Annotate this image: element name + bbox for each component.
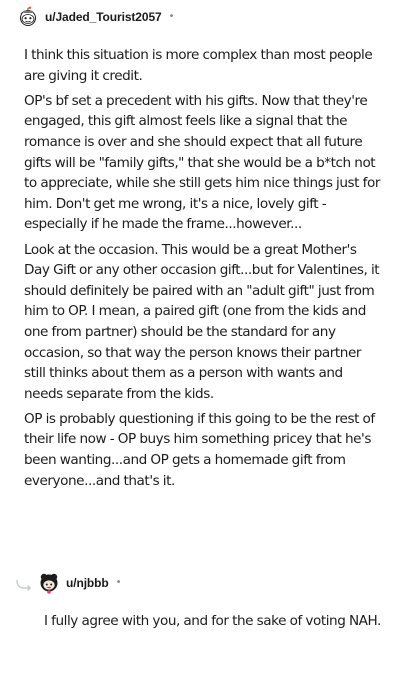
snoo-avatar-icon[interactable]: [17, 6, 39, 28]
reply-comment: u/njbbb • I fully agree with you, and fo…: [0, 572, 400, 636]
comment-header: u/Jaded_Tourist2057 •: [17, 6, 400, 28]
comment-author[interactable]: u/njbbb: [66, 576, 109, 590]
comment-body: I think this situation is more complex t…: [24, 45, 380, 491]
separator-dot: •: [168, 11, 175, 22]
comment-paragraph: OP's bf set a precedent with his gifts. …: [24, 92, 380, 233]
comment-paragraph: I fully agree with you, and for the sake…: [44, 613, 381, 629]
comment-body: I fully agree with you, and for the sake…: [44, 611, 384, 632]
comment: u/Jaded_Tourist2057 • I think this situa…: [0, 6, 400, 496]
comment-paragraph: Look at the occasion. This would be a gr…: [24, 241, 380, 402]
comment-paragraph: I think this situation is more complex t…: [24, 47, 373, 84]
comment-paragraph: OP is probably questioning if this going…: [24, 410, 375, 489]
reply-arrow-icon: [15, 572, 33, 594]
snoo-avatar-icon[interactable]: [38, 572, 60, 594]
separator-dot: •: [115, 577, 122, 588]
comment-header: u/njbbb •: [15, 572, 400, 594]
comment-author[interactable]: u/Jaded_Tourist2057: [45, 10, 162, 24]
